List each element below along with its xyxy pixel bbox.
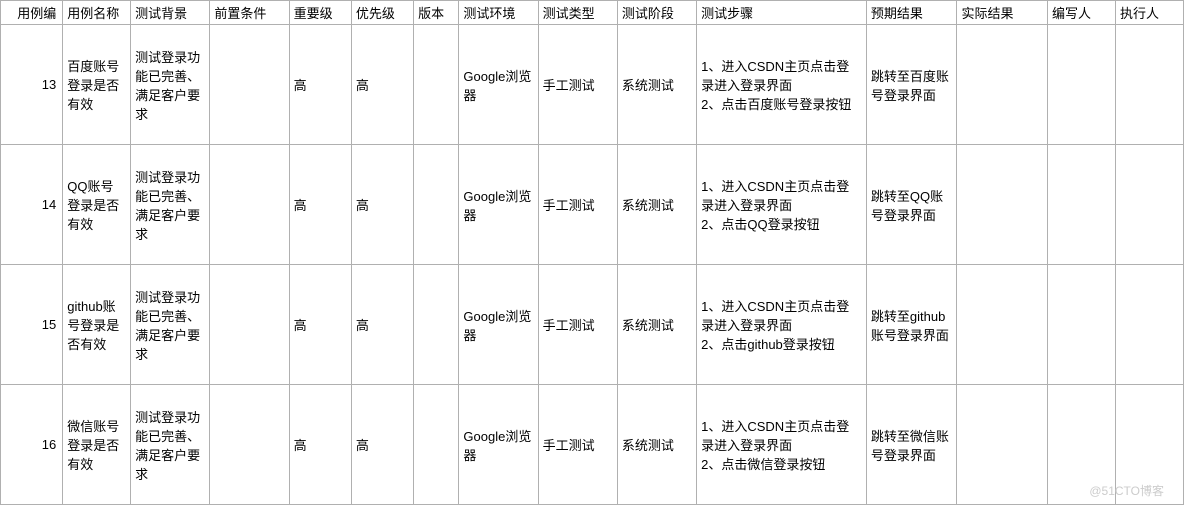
header-phase: 测试阶段	[617, 1, 696, 25]
cell-type[interactable]: 手工测试	[538, 265, 617, 385]
cell-exec[interactable]	[1115, 265, 1183, 385]
cell-type[interactable]: 手工测试	[538, 25, 617, 145]
cell-exec[interactable]	[1115, 385, 1183, 505]
cell-actual[interactable]	[957, 145, 1048, 265]
cell-author[interactable]	[1048, 145, 1116, 265]
cell-env[interactable]: Google浏览器	[459, 145, 538, 265]
cell-actual[interactable]	[957, 25, 1048, 145]
cell-id[interactable]: 13	[1, 25, 63, 145]
header-type: 测试类型	[538, 1, 617, 25]
cell-author[interactable]	[1048, 25, 1116, 145]
cell-ver[interactable]	[414, 145, 459, 265]
header-actual: 实际结果	[957, 1, 1048, 25]
cell-bg[interactable]: 测试登录功能已完善、满足客户要求	[131, 25, 210, 145]
cell-pre[interactable]	[210, 265, 289, 385]
cell-steps[interactable]: 1、进入CSDN主页点击登录进入登录界面 2、点击QQ登录按钮	[697, 145, 867, 265]
cell-phase[interactable]: 系统测试	[617, 385, 696, 505]
table-row: 14QQ账号登录是否有效测试登录功能已完善、满足客户要求高高Google浏览器手…	[1, 145, 1184, 265]
header-expect: 预期结果	[866, 1, 957, 25]
header-steps: 测试步骤	[697, 1, 867, 25]
cell-name[interactable]: 百度账号登录是否有效	[63, 25, 131, 145]
header-pre: 前置条件	[210, 1, 289, 25]
cell-ver[interactable]	[414, 265, 459, 385]
cell-phase[interactable]: 系统测试	[617, 265, 696, 385]
header-id: 用例编	[1, 1, 63, 25]
cell-ver[interactable]	[414, 25, 459, 145]
table-row: 15github账号登录是否有效测试登录功能已完善、满足客户要求高高Google…	[1, 265, 1184, 385]
cell-id[interactable]: 16	[1, 385, 63, 505]
cell-expect[interactable]: 跳转至微信账号登录界面	[866, 385, 957, 505]
cell-phase[interactable]: 系统测试	[617, 25, 696, 145]
cell-steps[interactable]: 1、进入CSDN主页点击登录进入登录界面 2、点击微信登录按钮	[697, 385, 867, 505]
cell-type[interactable]: 手工测试	[538, 385, 617, 505]
cell-pri[interactable]: 高	[351, 265, 413, 385]
cell-lvl[interactable]: 高	[289, 265, 351, 385]
cell-author[interactable]	[1048, 265, 1116, 385]
cell-pri[interactable]: 高	[351, 25, 413, 145]
cell-expect[interactable]: 跳转至QQ账号登录界面	[866, 145, 957, 265]
cell-name[interactable]: github账号登录是否有效	[63, 265, 131, 385]
cell-expect[interactable]: 跳转至百度账号登录界面	[866, 25, 957, 145]
cell-steps[interactable]: 1、进入CSDN主页点击登录进入登录界面 2、点击github登录按钮	[697, 265, 867, 385]
cell-env[interactable]: Google浏览器	[459, 265, 538, 385]
cell-pri[interactable]: 高	[351, 145, 413, 265]
cell-actual[interactable]	[957, 265, 1048, 385]
cell-pre[interactable]	[210, 25, 289, 145]
header-exec: 执行人	[1115, 1, 1183, 25]
cell-env[interactable]: Google浏览器	[459, 25, 538, 145]
cell-env[interactable]: Google浏览器	[459, 385, 538, 505]
cell-lvl[interactable]: 高	[289, 145, 351, 265]
cell-author[interactable]	[1048, 385, 1116, 505]
cell-id[interactable]: 15	[1, 265, 63, 385]
cell-pre[interactable]	[210, 145, 289, 265]
cell-name[interactable]: QQ账号登录是否有效	[63, 145, 131, 265]
cell-pre[interactable]	[210, 385, 289, 505]
cell-expect[interactable]: 跳转至github账号登录界面	[866, 265, 957, 385]
header-name: 用例名称	[63, 1, 131, 25]
header-row: 用例编 用例名称 测试背景 前置条件 重要级 优先级 版本 测试环境 测试类型 …	[1, 1, 1184, 25]
cell-phase[interactable]: 系统测试	[617, 145, 696, 265]
cell-steps[interactable]: 1、进入CSDN主页点击登录进入登录界面 2、点击百度账号登录按钮	[697, 25, 867, 145]
cell-id[interactable]: 14	[1, 145, 63, 265]
cell-pri[interactable]: 高	[351, 385, 413, 505]
header-bg: 测试背景	[131, 1, 210, 25]
cell-lvl[interactable]: 高	[289, 385, 351, 505]
cell-lvl[interactable]: 高	[289, 25, 351, 145]
cell-bg[interactable]: 测试登录功能已完善、满足客户要求	[131, 145, 210, 265]
cell-name[interactable]: 微信账号登录是否有效	[63, 385, 131, 505]
header-lvl: 重要级	[289, 1, 351, 25]
cell-bg[interactable]: 测试登录功能已完善、满足客户要求	[131, 385, 210, 505]
table-row: 13百度账号登录是否有效测试登录功能已完善、满足客户要求高高Google浏览器手…	[1, 25, 1184, 145]
testcase-table: 用例编 用例名称 测试背景 前置条件 重要级 优先级 版本 测试环境 测试类型 …	[0, 0, 1184, 505]
table-row: 16微信账号登录是否有效测试登录功能已完善、满足客户要求高高Google浏览器手…	[1, 385, 1184, 505]
header-env: 测试环境	[459, 1, 538, 25]
cell-type[interactable]: 手工测试	[538, 145, 617, 265]
header-pri: 优先级	[351, 1, 413, 25]
cell-actual[interactable]	[957, 385, 1048, 505]
cell-exec[interactable]	[1115, 145, 1183, 265]
cell-bg[interactable]: 测试登录功能已完善、满足客户要求	[131, 265, 210, 385]
header-ver: 版本	[414, 1, 459, 25]
cell-exec[interactable]	[1115, 25, 1183, 145]
cell-ver[interactable]	[414, 385, 459, 505]
header-author: 编写人	[1048, 1, 1116, 25]
